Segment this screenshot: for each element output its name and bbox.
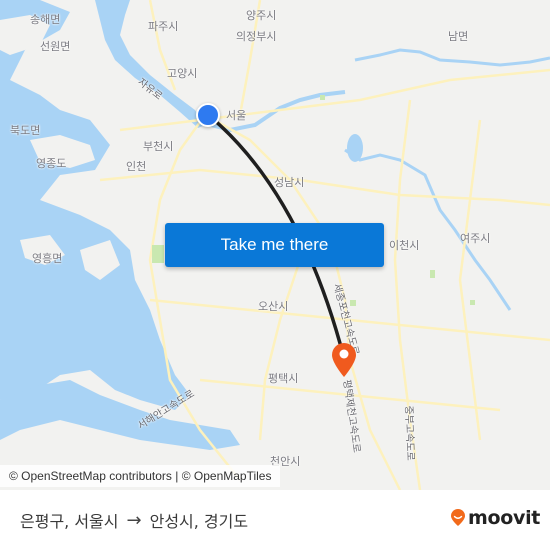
route-summary: 은평구, 서울시 → 안성시, 경기도 (20, 508, 248, 532)
destination-name: 안성시, 경기도 (149, 512, 249, 531)
brand-name: moovit (468, 507, 541, 529)
place-label: 고양시 (167, 67, 198, 80)
place-label: 여주시 (460, 232, 491, 245)
take-me-there-button[interactable]: Take me there (165, 223, 384, 267)
lake-east (347, 134, 363, 162)
arrow-right-icon: → (126, 509, 142, 531)
road-label: 중부고속도로 (402, 405, 416, 461)
place-label: 양주시 (246, 9, 277, 22)
origin-marker[interactable] (196, 103, 220, 127)
place-label: 남면 (448, 30, 469, 43)
moovit-pin-icon (451, 509, 465, 526)
place-label: 서울 (226, 109, 247, 122)
destination-marker-icon[interactable] (331, 342, 357, 378)
origin-name: 은평구, 서울시 (20, 512, 119, 531)
place-label: 영흥면 (32, 252, 63, 265)
moovit-logo: moovit (450, 507, 540, 529)
river-east (354, 48, 550, 67)
place-label: 의정부시 (236, 30, 277, 43)
map-attribution: © OpenStreetMap contributors | © OpenMap… (0, 465, 281, 487)
place-label: 파주시 (148, 20, 179, 33)
sea-west (0, 0, 190, 410)
place-label: 오산시 (258, 300, 289, 313)
place-label: 이천시 (389, 239, 420, 252)
place-label: 북도면 (10, 124, 41, 137)
place-label: 평택시 (268, 372, 299, 385)
map[interactable]: 송해면선원면 파주시 양주시의정부시 남면고양시서울북도면부천시영종도 인천성남시영흥면… (0, 0, 550, 490)
place-label: 성남시 (274, 176, 305, 189)
place-label: 부천시 (143, 140, 174, 153)
place-label: 영종도 (36, 157, 67, 170)
place-label: 송해면 (30, 13, 61, 26)
place-label: 인천 (126, 160, 147, 173)
place-label: 선원면 (40, 40, 71, 53)
